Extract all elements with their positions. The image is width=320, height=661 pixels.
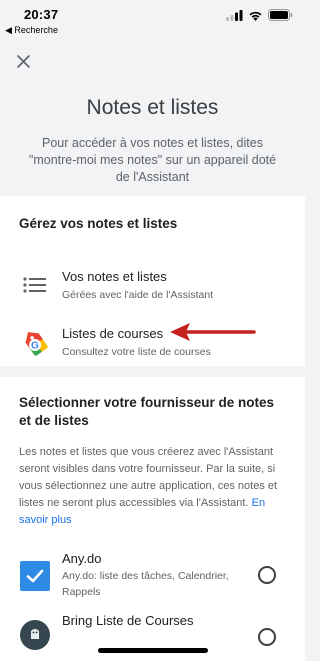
shopping-tag-icon: G bbox=[20, 327, 50, 357]
status-time: 20:37 bbox=[24, 7, 59, 22]
row-subtitle: Consultez votre liste de courses bbox=[62, 346, 211, 358]
battery-icon bbox=[268, 9, 293, 21]
row-shopping-lists[interactable]: G Listes de courses Consultez votre list… bbox=[0, 324, 305, 368]
annotation-arrow bbox=[170, 323, 256, 341]
wifi-icon bbox=[249, 11, 262, 21]
provider-description: Les notes et listes que vous créerez ave… bbox=[19, 444, 281, 529]
status-icons bbox=[226, 9, 293, 21]
provider-section-title: Sélectionner votre fournisseur de notes … bbox=[19, 395, 275, 428]
provider-option-description: Any.do: liste des tâches, Calendrier, Ra… bbox=[62, 570, 229, 598]
home-indicator bbox=[98, 648, 208, 653]
provider-option-anydo[interactable]: Any.do Any.do: liste des tâches, Calendr… bbox=[0, 549, 305, 601]
manage-section-title: Gérez vos notes et listes bbox=[19, 216, 178, 231]
page-title: Notes et listes bbox=[86, 96, 219, 119]
provider-description-text: Les notes et listes que vous créerez ave… bbox=[19, 446, 278, 509]
back-to-app-link[interactable]: ◀ Recherche bbox=[5, 25, 58, 36]
close-button[interactable] bbox=[12, 50, 34, 72]
row-subtitle: Gérées avec l'aide de l'Assistant bbox=[62, 289, 214, 301]
provider-radio-anydo[interactable] bbox=[258, 566, 276, 584]
provider-radio-bring[interactable] bbox=[258, 628, 276, 646]
page-subtitle: Pour accéder à vos notes et listes, dite… bbox=[28, 136, 277, 184]
status-bar: 20:37 ◀ Recherche bbox=[0, 0, 305, 44]
bring-icon bbox=[20, 620, 50, 650]
signal-icon bbox=[226, 9, 243, 21]
svg-text:G: G bbox=[31, 341, 39, 352]
row-title: Listes de courses bbox=[62, 326, 164, 341]
row-title: Vos notes et listes bbox=[62, 269, 167, 284]
provider-name: Any.do bbox=[62, 551, 102, 566]
list-icon bbox=[20, 270, 50, 300]
close-icon bbox=[16, 54, 30, 68]
provider-name: Bring Liste de Courses bbox=[62, 613, 194, 628]
row-your-notes-and-lists[interactable]: Vos notes et listes Gérées avec l'aide d… bbox=[0, 266, 305, 310]
provider-option-bring[interactable]: Bring Liste de Courses bbox=[0, 612, 305, 661]
anydo-icon bbox=[20, 561, 50, 591]
